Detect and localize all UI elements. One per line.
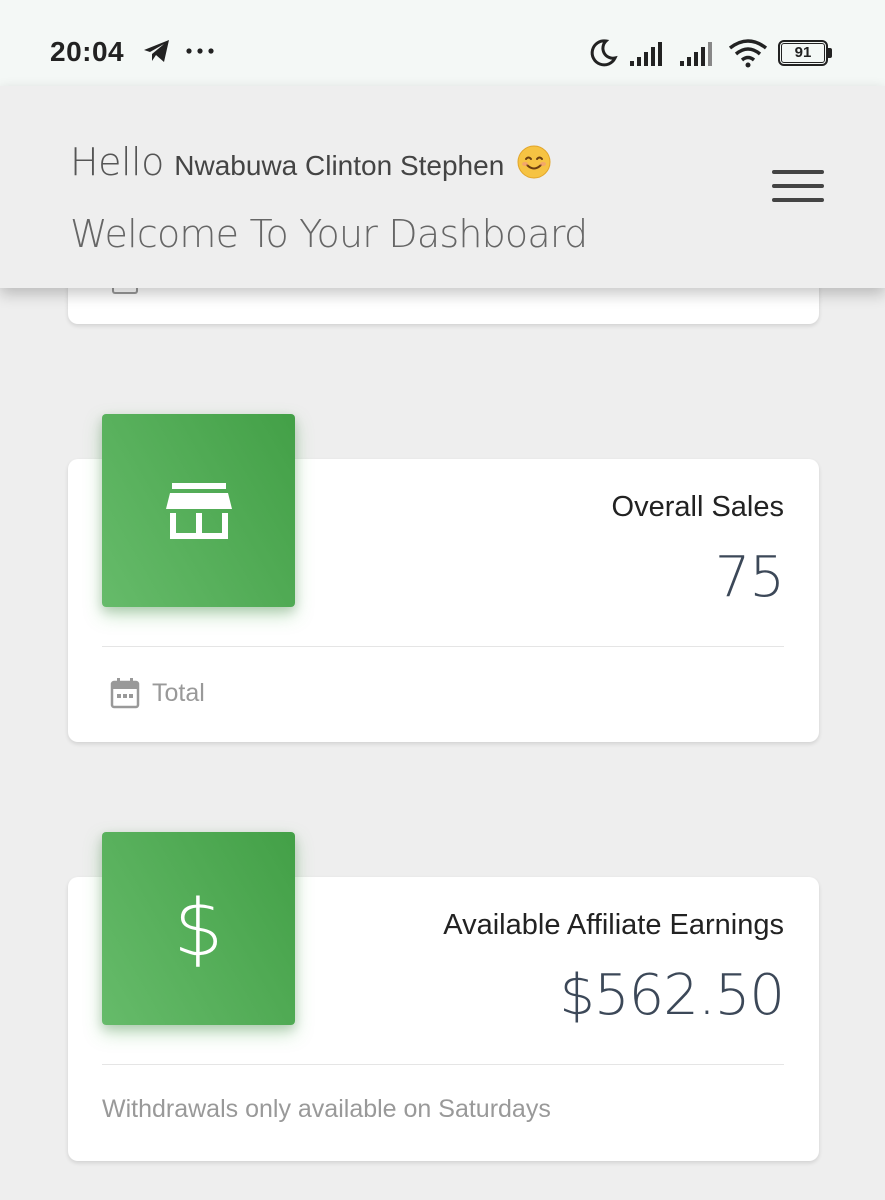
dollar-icon: $ (173, 883, 224, 974)
calendar-icon (110, 678, 140, 709)
hamburger-menu-icon (772, 170, 824, 174)
card-footer-text: Withdrawals only available on Saturdays (102, 1095, 551, 1123)
battery-icon: 91 (778, 40, 834, 68)
signal-icon (680, 42, 712, 66)
status-bar: 20:04 91 (0, 0, 885, 86)
card-divider (102, 646, 784, 647)
battery-level: 91 (781, 43, 825, 63)
card-category: Overall Sales (611, 491, 784, 523)
card-divider (102, 1064, 784, 1065)
more-dots-icon (186, 48, 214, 54)
card-footer: Total (102, 677, 205, 709)
card-icon-box (102, 414, 295, 607)
card-value: 75 (714, 545, 785, 610)
smiling-face-icon (517, 145, 551, 179)
card-value: $562.50 (559, 963, 785, 1028)
telegram-icon (144, 40, 169, 62)
moon-icon (590, 39, 618, 67)
card-footer-text: Total (152, 678, 205, 707)
stats-card-earnings: $ Available Affiliate Earnings $562.50 W… (68, 832, 819, 1161)
card-category: Available Affiliate Earnings (443, 909, 784, 941)
store-icon (165, 482, 232, 539)
signal-icon (630, 42, 662, 66)
user-name: Nwabuwa Clinton Stephen (174, 150, 505, 181)
stats-card-sales: Overall Sales 75 Total (68, 414, 819, 742)
dashboard-page: 20:04 91 Hello Nwabuwa Clinton Stephen W… (0, 0, 885, 1200)
welcome-title: Welcome To Your Dashboard (70, 212, 588, 256)
greeting-hello: Hello (70, 140, 164, 184)
dashboard-header: Hello Nwabuwa Clinton Stephen Welcome To… (0, 86, 885, 288)
card-icon-box: $ (102, 832, 295, 1025)
status-time: 20:04 (50, 36, 125, 67)
greeting: Hello Nwabuwa Clinton Stephen (70, 140, 551, 184)
hamburger-menu-button[interactable] (772, 170, 824, 204)
wifi-icon (728, 39, 768, 68)
card-footer: Withdrawals only available on Saturdays (102, 1095, 551, 1124)
